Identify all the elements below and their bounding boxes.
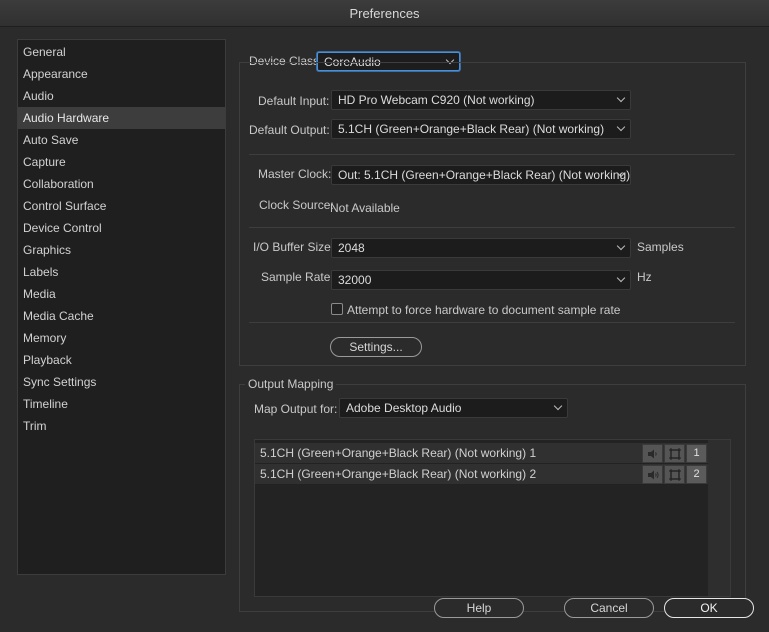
divider bbox=[249, 322, 735, 323]
default-output-label: Default Output: bbox=[249, 123, 330, 137]
channel-label: 5.1CH (Green+Orange+Black Rear) (Not wor… bbox=[260, 446, 537, 460]
sample-rate-dropdown[interactable]: 32000 bbox=[331, 270, 631, 290]
default-input-value: HD Pro Webcam C920 (Not working) bbox=[338, 93, 535, 107]
master-clock-label: Master Clock: bbox=[258, 167, 332, 181]
clock-source-value: Not Available bbox=[330, 201, 400, 215]
chevron-down-icon bbox=[616, 122, 626, 132]
map-output-value: Adobe Desktop Audio bbox=[346, 401, 462, 415]
help-button[interactable]: Help bbox=[434, 598, 524, 618]
sample-rate-unit: Hz bbox=[637, 270, 652, 284]
list-scroll-track[interactable] bbox=[708, 440, 730, 596]
sidebar-item-media-cache[interactable]: Media Cache bbox=[18, 305, 225, 327]
sidebar-item-device-control[interactable]: Device Control bbox=[18, 217, 225, 239]
clock-source-label: Clock Source: bbox=[259, 198, 334, 212]
map-output-dropdown[interactable]: Adobe Desktop Audio bbox=[339, 398, 568, 418]
buffer-size-label: I/O Buffer Size: bbox=[253, 240, 335, 254]
sidebar-item-memory[interactable]: Memory bbox=[18, 327, 225, 349]
mapping-toggle[interactable] bbox=[664, 465, 685, 484]
sidebar-item-media[interactable]: Media bbox=[18, 283, 225, 305]
buffer-size-value: 2048 bbox=[338, 241, 365, 255]
divider bbox=[249, 154, 735, 155]
sidebar-item-audio[interactable]: Audio bbox=[18, 85, 225, 107]
ok-button[interactable]: OK bbox=[664, 598, 754, 618]
sidebar-item-trim[interactable]: Trim bbox=[18, 415, 225, 437]
buffer-size-dropdown[interactable]: 2048 bbox=[331, 238, 631, 258]
preferences-sidebar: General Appearance Audio Audio Hardware … bbox=[17, 39, 226, 575]
chevron-down-icon bbox=[553, 401, 563, 411]
speaker-toggle[interactable] bbox=[642, 444, 663, 463]
sidebar-item-playback[interactable]: Playback bbox=[18, 349, 225, 371]
sidebar-item-audio-hardware[interactable]: Audio Hardware bbox=[18, 107, 225, 129]
default-output-value: 5.1CH (Green+Orange+Black Rear) (Not wor… bbox=[338, 122, 605, 136]
sidebar-item-appearance[interactable]: Appearance bbox=[18, 63, 225, 85]
speaker-icon bbox=[648, 449, 657, 459]
mapping-toggle[interactable] bbox=[664, 444, 685, 463]
force-sample-rate-label: Attempt to force hardware to document sa… bbox=[347, 303, 621, 317]
list-item[interactable]: 5.1CH (Green+Orange+Black Rear) (Not wor… bbox=[255, 443, 708, 464]
default-input-label: Default Input: bbox=[258, 94, 330, 108]
chevron-down-icon bbox=[616, 241, 626, 251]
channel-number-badge: 2 bbox=[686, 465, 707, 484]
sidebar-item-sync-settings[interactable]: Sync Settings bbox=[18, 371, 225, 393]
sample-rate-value: 32000 bbox=[338, 273, 372, 287]
buffer-size-unit: Samples bbox=[637, 240, 684, 254]
cancel-button[interactable]: Cancel bbox=[564, 598, 654, 618]
default-input-dropdown[interactable]: HD Pro Webcam C920 (Not working) bbox=[331, 90, 631, 110]
sidebar-item-capture[interactable]: Capture bbox=[18, 151, 225, 173]
channel-label: 5.1CH (Green+Orange+Black Rear) (Not wor… bbox=[260, 467, 537, 481]
master-clock-value: Out: 5.1CH (Green+Orange+Black Rear) (No… bbox=[338, 168, 631, 182]
speaker-toggle[interactable] bbox=[642, 465, 663, 484]
sidebar-item-timeline[interactable]: Timeline bbox=[18, 393, 225, 415]
sidebar-item-control-surface[interactable]: Control Surface bbox=[18, 195, 225, 217]
sidebar-item-general[interactable]: General bbox=[18, 41, 225, 63]
frame-icon bbox=[669, 469, 681, 481]
speaker-icon bbox=[648, 470, 659, 480]
title-bar: Preferences bbox=[0, 0, 769, 27]
sidebar-item-labels[interactable]: Labels bbox=[18, 261, 225, 283]
window-title: Preferences bbox=[349, 6, 420, 21]
divider bbox=[249, 227, 735, 228]
sample-rate-label: Sample Rate: bbox=[261, 270, 334, 284]
master-clock-dropdown[interactable]: Out: 5.1CH (Green+Orange+Black Rear) (No… bbox=[331, 165, 631, 185]
force-sample-rate-checkbox[interactable] bbox=[331, 303, 343, 315]
channel-number-badge: 1 bbox=[686, 444, 707, 463]
sidebar-item-auto-save[interactable]: Auto Save bbox=[18, 129, 225, 151]
frame-icon bbox=[669, 448, 681, 460]
list-item[interactable]: 5.1CH (Green+Orange+Black Rear) (Not wor… bbox=[255, 464, 708, 485]
map-output-label: Map Output for: bbox=[254, 402, 338, 416]
default-output-dropdown[interactable]: 5.1CH (Green+Orange+Black Rear) (Not wor… bbox=[331, 119, 631, 139]
chevron-down-icon bbox=[616, 273, 626, 283]
settings-button[interactable]: Settings... bbox=[330, 337, 422, 357]
chevron-down-icon bbox=[616, 93, 626, 103]
sidebar-item-collaboration[interactable]: Collaboration bbox=[18, 173, 225, 195]
sidebar-item-graphics[interactable]: Graphics bbox=[18, 239, 225, 261]
output-mapping-title: Output Mapping bbox=[245, 377, 337, 391]
